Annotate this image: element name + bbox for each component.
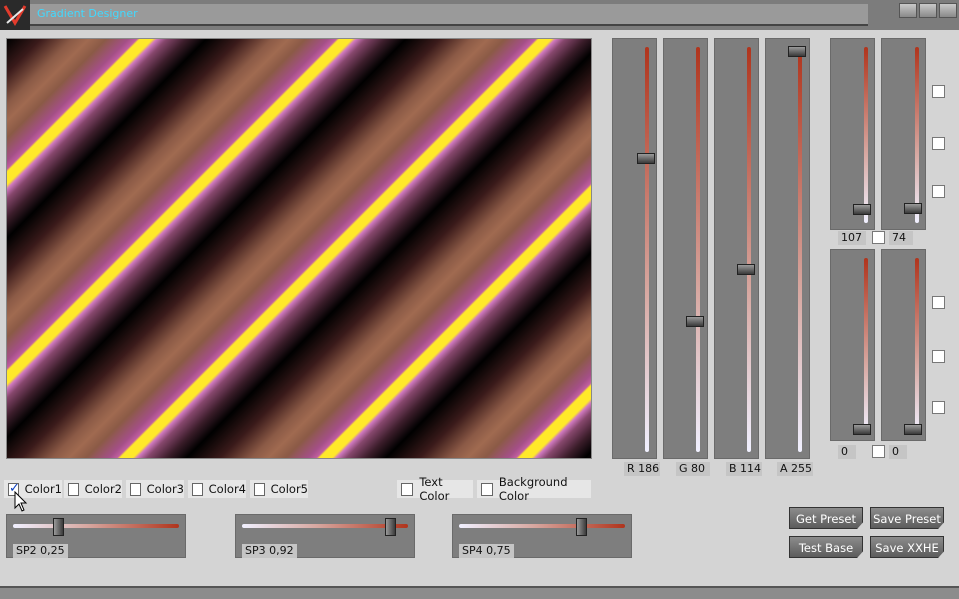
- blue-value: B 114: [726, 462, 762, 476]
- color1-checkbox[interactable]: Color1: [4, 480, 62, 498]
- save-preset-button[interactable]: Save Preset: [870, 507, 944, 529]
- color1-label: Color1: [24, 482, 62, 496]
- sp3-value: SP3 0,92: [242, 544, 297, 558]
- small-bottom-left-value: 0: [838, 445, 856, 459]
- background-color-checkbox[interactable]: Background Color: [477, 475, 591, 503]
- small-top-left-value: 107: [838, 231, 866, 245]
- small-slider-top-left[interactable]: [830, 38, 875, 230]
- option-checkbox-2[interactable]: [932, 137, 945, 150]
- option-checkbox-6[interactable]: [932, 401, 945, 414]
- text-color-check-box[interactable]: [401, 482, 414, 496]
- close-button[interactable]: [939, 3, 957, 18]
- small-bottom-right-value: 0: [889, 445, 907, 459]
- maximize-button[interactable]: [919, 3, 937, 18]
- sp4-slider[interactable]: SP4 0,75: [452, 514, 632, 558]
- blue-slider[interactable]: [714, 38, 759, 459]
- color4-checkbox[interactable]: Color4: [188, 480, 246, 498]
- color5-checkbox[interactable]: Color5: [250, 480, 308, 498]
- sp3-slider[interactable]: SP3 0,92: [235, 514, 415, 558]
- text-color-checkbox[interactable]: Text Color: [397, 475, 473, 503]
- small-slider-bottom-left-thumb[interactable]: [853, 424, 871, 435]
- option-checkbox-1[interactable]: [932, 85, 945, 98]
- color5-label: Color5: [270, 482, 308, 496]
- small-slider-bottom-right[interactable]: [881, 249, 926, 441]
- text-color-label: Text Color: [419, 475, 450, 503]
- get-preset-button[interactable]: Get Preset: [789, 507, 863, 529]
- minimize-button[interactable]: [899, 3, 917, 18]
- green-value: G 80: [676, 462, 710, 476]
- green-slider-thumb[interactable]: [686, 316, 704, 327]
- color3-label: Color3: [146, 482, 184, 496]
- color2-check-box[interactable]: [68, 482, 79, 496]
- window-title: Gradient Designer: [37, 7, 138, 20]
- red-value: R 186: [624, 462, 660, 476]
- small-top-right-value: 74: [889, 231, 913, 245]
- sp2-value: SP2 0,25: [13, 544, 68, 558]
- sp4-value: SP4 0,75: [459, 544, 514, 558]
- sp2-slider[interactable]: SP2 0,25: [6, 514, 186, 558]
- sp2-slider-thumb[interactable]: [53, 518, 64, 536]
- mouse-cursor-icon: [14, 490, 28, 516]
- color4-check-box[interactable]: [192, 482, 203, 496]
- sp3-slider-thumb[interactable]: [385, 518, 396, 536]
- app-logo-icon[interactable]: [0, 0, 30, 30]
- color3-checkbox[interactable]: Color3: [126, 480, 184, 498]
- alpha-slider[interactable]: [765, 38, 810, 459]
- color4-label: Color4: [208, 482, 246, 496]
- color5-check-box[interactable]: [254, 482, 265, 496]
- title-bar-strip: [30, 4, 868, 26]
- blue-slider-thumb[interactable]: [737, 264, 755, 275]
- small-top-link-checkbox[interactable]: [872, 231, 885, 244]
- test-base-button[interactable]: Test Base: [789, 536, 863, 558]
- gradient-preview: [6, 38, 592, 459]
- sp4-slider-thumb[interactable]: [576, 518, 587, 536]
- save-xhe-button[interactable]: Save XXHE: [870, 536, 944, 558]
- small-slider-bottom-left[interactable]: [830, 249, 875, 441]
- option-checkbox-5[interactable]: [932, 350, 945, 363]
- color2-checkbox[interactable]: Color2: [64, 480, 122, 498]
- title-bar: Gradient Designer: [0, 0, 959, 30]
- background-color-label: Background Color: [498, 475, 568, 503]
- green-slider[interactable]: [663, 38, 708, 459]
- red-slider[interactable]: [612, 38, 657, 459]
- small-bottom-link-checkbox[interactable]: [872, 445, 885, 458]
- small-slider-top-right-thumb[interactable]: [904, 203, 922, 214]
- alpha-slider-thumb[interactable]: [788, 46, 806, 57]
- option-checkbox-3[interactable]: [932, 185, 945, 198]
- small-slider-top-right[interactable]: [881, 38, 926, 230]
- small-slider-top-left-thumb[interactable]: [853, 204, 871, 215]
- small-slider-bottom-right-thumb[interactable]: [904, 424, 922, 435]
- alpha-value: A 255: [777, 462, 813, 476]
- color3-check-box[interactable]: [130, 482, 141, 496]
- option-checkbox-4[interactable]: [932, 296, 945, 309]
- background-color-check-box[interactable]: [481, 482, 493, 496]
- color2-label: Color2: [84, 482, 122, 496]
- status-bar: [0, 586, 959, 599]
- red-slider-thumb[interactable]: [637, 153, 655, 164]
